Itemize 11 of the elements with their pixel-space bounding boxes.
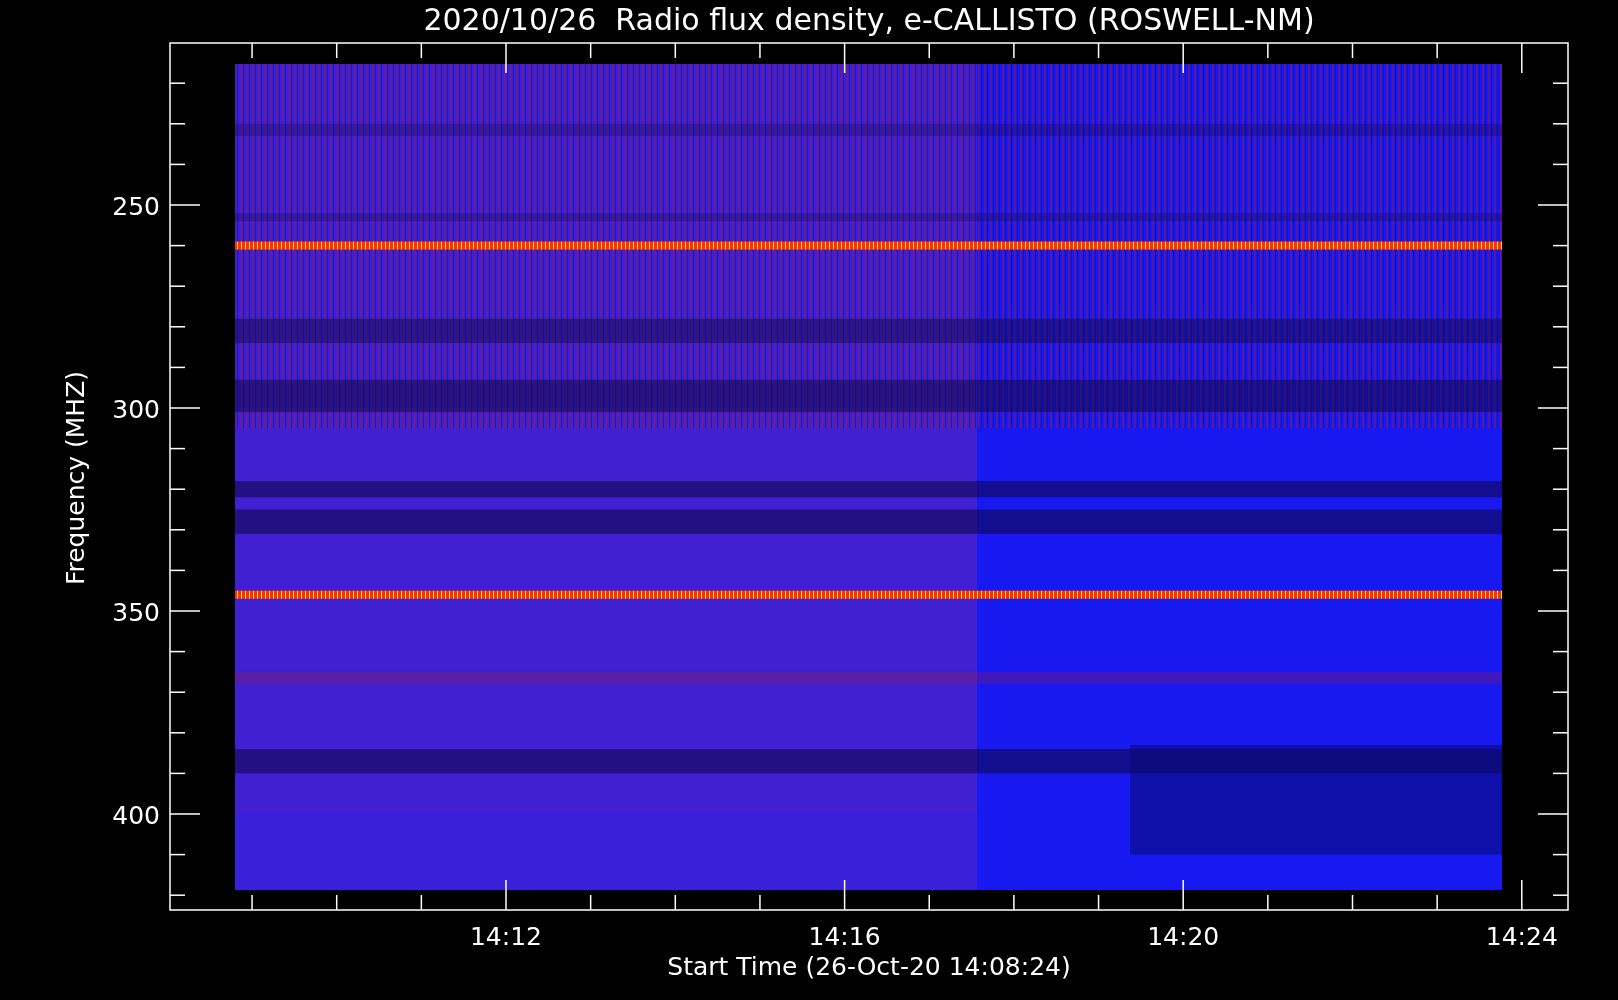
y-axis-label: Frequency (MHZ): [61, 370, 90, 586]
x-axis-label: Start Time (26-Oct-20 14:08:24): [667, 952, 1071, 981]
y-tick-label: 400: [112, 801, 160, 830]
x-tick-label: 14:16: [808, 922, 881, 951]
x-tick-label: 14:12: [470, 922, 542, 951]
x-tick-label: 14:20: [1147, 922, 1220, 951]
y-tick-label: 350: [112, 598, 160, 627]
y-tick-label: 300: [112, 395, 160, 424]
y-tick-label: 250: [112, 192, 160, 221]
chart-title: 2020/10/26 Radio flux density, e-CALLISTO (ROSWELL-NM): [423, 2, 1315, 37]
x-tick-label: 14:24: [1485, 922, 1558, 951]
